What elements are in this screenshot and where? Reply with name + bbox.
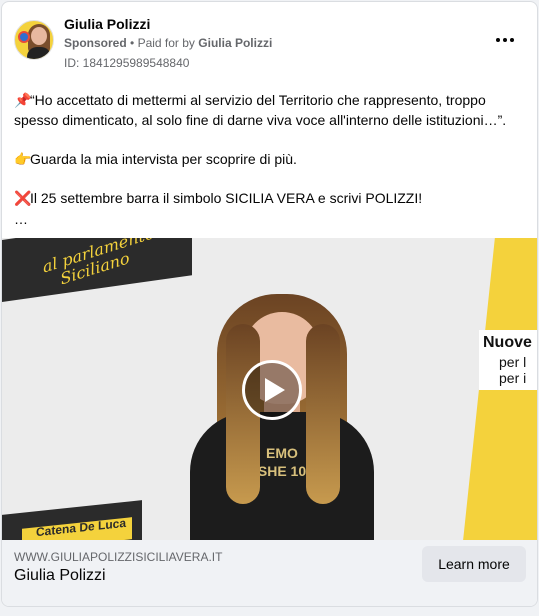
- play-icon[interactable]: [242, 360, 302, 420]
- body-text-2: Guarda la mia intervista per scoprire di…: [30, 151, 297, 167]
- link-title[interactable]: Giulia Polizzi: [14, 567, 106, 585]
- link-domain[interactable]: WWW.GIULIAPOLIZZISICILIAVERA.IT: [14, 550, 222, 564]
- body-paragraph-3: ❌Il 25 settembre barra il simbolo SICILI…: [14, 188, 526, 208]
- ad-header: Giulia Polizzi Sponsored • Paid for by G…: [2, 2, 537, 82]
- banner-bottom-left: Catena De Luca: [2, 500, 142, 540]
- right-label: Nuove per l per i: [479, 330, 537, 390]
- pin-icon: 📌: [14, 92, 32, 108]
- sponsored-label: Sponsored: [64, 36, 127, 50]
- right-label-line3: per i: [499, 370, 527, 386]
- sponsored-line: Sponsored • Paid for by Giulia Polizzi: [64, 36, 272, 50]
- separator: •: [130, 36, 135, 50]
- body-text-1: “Ho accettato di mettermi al servizio de…: [14, 92, 507, 128]
- avatar-face: [31, 27, 47, 45]
- page-name[interactable]: Giulia Polizzi: [64, 16, 150, 32]
- play-triangle: [264, 378, 285, 402]
- paid-for-prefix: Paid for by: [137, 36, 195, 50]
- ad-id: ID: 1841295989548840: [64, 56, 190, 70]
- learn-more-button[interactable]: Learn more: [422, 546, 526, 582]
- cross-mark-icon: ❌: [14, 190, 32, 206]
- body-paragraph-2: 👉Guarda la mia intervista per scoprire d…: [14, 149, 526, 169]
- link-footer[interactable]: WWW.GIULIAPOLIZZISICILIAVERA.IT Giulia P…: [2, 540, 537, 606]
- hair-front-right: [306, 324, 340, 504]
- paid-for-name: Giulia Polizzi: [198, 36, 273, 50]
- ellipsis-icon[interactable]: [493, 30, 517, 50]
- avatar-shirt: [27, 47, 51, 59]
- banner-top-left: al parlamento Siciliano: [2, 238, 192, 305]
- body-text-3: Il 25 settembre barra il simbolo SICILIA…: [30, 190, 423, 206]
- ad-card: Giulia Polizzi Sponsored • Paid for by G…: [1, 1, 538, 607]
- right-label-line1: Nuove: [483, 334, 532, 351]
- avatar-badge: [18, 31, 30, 43]
- see-more-ellipsis[interactable]: …: [14, 209, 526, 229]
- avatar[interactable]: [14, 20, 54, 60]
- video-thumbnail[interactable]: al parlamento Siciliano Catena De Luca N…: [2, 238, 537, 540]
- body-paragraph-1: 📌“Ho accettato di mettermi al servizio d…: [14, 90, 526, 130]
- right-label-line2: per l: [499, 354, 527, 370]
- pointing-hand-icon: 👉: [14, 151, 32, 167]
- ad-body: 📌“Ho accettato di mettermi al servizio d…: [14, 90, 526, 248]
